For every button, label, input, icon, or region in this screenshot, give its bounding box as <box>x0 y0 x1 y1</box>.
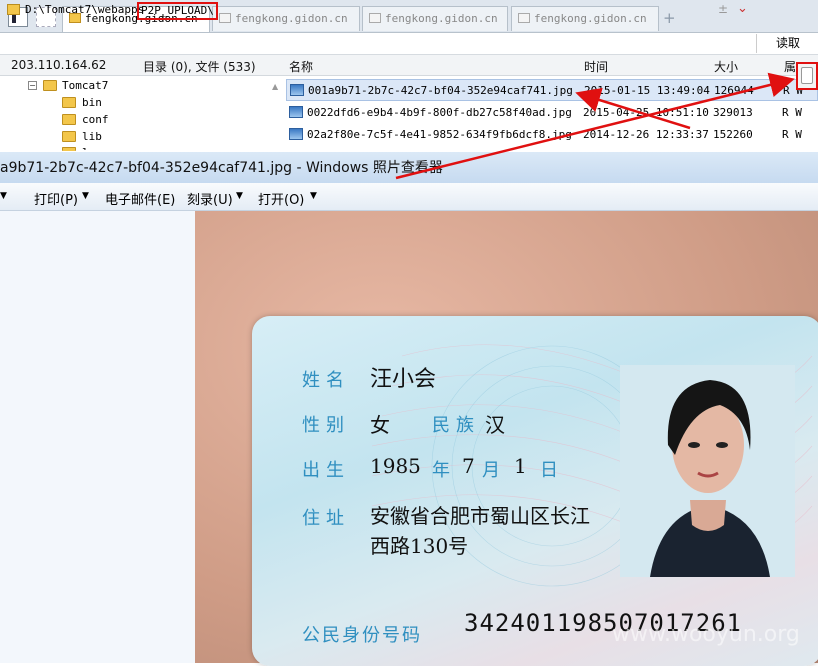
file-manager-window: fengkong.gidon.cn fengkong.gidon.cn feng… <box>0 0 818 151</box>
info-bar <box>0 55 818 76</box>
menu-print[interactable]: 打印(P) <box>34 189 78 208</box>
month-char: 月 <box>482 460 500 481</box>
tree-item-conf[interactable]: conf <box>82 113 109 126</box>
ethnic-value: 汉 <box>485 413 505 437</box>
panel-icon <box>801 67 813 84</box>
folder-icon <box>62 114 76 125</box>
watermark: www.wooyun.org <box>612 622 800 647</box>
file-name: 001a9b71-2b7c-42c7-bf04-352e94caf741.jpg <box>308 84 573 97</box>
tab-2[interactable]: fengkong.gidon.cn <box>212 6 360 31</box>
tree-item-lib[interactable]: lib <box>82 130 102 143</box>
year-char: 年 <box>432 460 450 481</box>
id-label: 公民身份号码 <box>302 625 422 646</box>
file-time: 2014-12-26 12:33:37 <box>583 128 709 141</box>
address-path[interactable]: D:\Tomcat7\webapps <box>25 3 144 16</box>
viewer-background <box>0 211 195 663</box>
dropdown-arrow-icon[interactable]: ▼ <box>310 191 317 201</box>
name-label: 姓名 <box>302 370 350 391</box>
image-file-icon <box>289 128 303 140</box>
add-tab-icon[interactable]: + <box>663 9 676 27</box>
file-time: 2015-04-25 10:51:10 <box>583 106 709 119</box>
birth-month: 7 <box>462 454 475 478</box>
page-icon <box>518 13 530 23</box>
name-value: 汪小会 <box>370 367 437 392</box>
menu-email[interactable]: 电子邮件(E) <box>105 189 175 208</box>
tab-label: fengkong.gidon.cn <box>534 12 647 25</box>
column-size[interactable]: 大小 <box>714 58 738 75</box>
file-time: 2015-01-15 13:49:04 <box>584 84 710 97</box>
file-size: 152260 <box>713 128 753 141</box>
scroll-up-icon[interactable]: ▲ <box>272 82 278 91</box>
file-row[interactable]: 001a9b71-2b7c-42c7-bf04-352e94caf741.jpg… <box>286 79 818 101</box>
dropdown-arrow-icon[interactable]: ▼ <box>236 191 243 201</box>
sex-value: 女 <box>370 413 390 437</box>
tab-label: fengkong.gidon.cn <box>235 12 348 25</box>
column-attr[interactable]: 属 <box>784 58 796 75</box>
file-size: 126944 <box>714 84 754 97</box>
file-row[interactable]: 0022dfd6-e9b4-4b9f-800f-db27c58f40ad.jpg… <box>286 102 818 124</box>
image-file-icon <box>290 84 304 96</box>
file-name: 02a2f80e-7c5f-4e41-9852-634f9fb6dcf8.jpg <box>307 128 572 141</box>
birth-label: 出生 <box>302 460 350 481</box>
plus-minus-icon[interactable]: ± <box>718 2 728 16</box>
dropdown-arrow-icon[interactable]: ▼ <box>82 191 89 201</box>
server-ip: 203.110.164.62 <box>11 58 107 72</box>
file-attr: R W <box>782 106 802 119</box>
address-bar[interactable] <box>0 33 818 55</box>
tab-label: fengkong.gidon.cn <box>385 12 498 25</box>
image-file-icon <box>289 106 303 118</box>
folder-icon <box>62 131 76 142</box>
folder-icon <box>62 147 76 151</box>
column-time[interactable]: 时间 <box>584 58 608 75</box>
portrait-photo <box>620 365 795 577</box>
sex-label: 性别 <box>302 415 350 436</box>
ethnic-label: 民族 <box>432 415 480 436</box>
address-line1: 安徽省合肥市蜀山区长江 <box>370 504 590 528</box>
birth-day: 1 <box>514 454 527 478</box>
menu-burn[interactable]: 刻录(U) <box>187 189 233 208</box>
folder-icon <box>43 80 57 91</box>
folder-icon <box>7 4 20 15</box>
portrait-illustration <box>620 365 795 577</box>
tab-3[interactable]: fengkong.gidon.cn <box>362 6 508 31</box>
day-char: 日 <box>540 460 558 481</box>
dropdown-arrow-icon[interactable]: ▼ <box>0 191 7 201</box>
file-size: 329013 <box>713 106 753 119</box>
column-name[interactable]: 名称 <box>289 58 313 75</box>
tree-item-bin[interactable]: bin <box>82 96 102 109</box>
chevron-down-icon[interactable]: ⌄ <box>737 1 748 16</box>
file-row[interactable]: 02a2f80e-7c5f-4e41-9852-634f9fb6dcf8.jpg… <box>286 124 818 146</box>
dir-summary: 目录 (0), 文件 (533) <box>143 60 256 74</box>
birth-year: 1985 <box>370 454 421 478</box>
address-label: 住址 <box>302 508 350 529</box>
file-attr: R W <box>782 128 802 141</box>
address-line2: 西路130号 <box>370 534 469 558</box>
tree-item-partial[interactable]: l <box>82 146 89 150</box>
folder-icon <box>62 97 76 108</box>
file-name: 0022dfd6-e9b4-4b9f-800f-db27c58f40ad.jpg <box>307 106 572 119</box>
address-highlight: P2P_UPLOAD\ <box>137 2 218 20</box>
read-button[interactable]: 读取 <box>756 34 818 53</box>
tab-4[interactable]: fengkong.gidon.cn <box>511 6 659 31</box>
page-icon <box>219 13 231 23</box>
viewer-title: a9b71-2b7c-42c7-bf04-352e94caf741.jpg - … <box>0 160 443 176</box>
collapse-icon[interactable]: − <box>28 81 37 90</box>
page-icon <box>369 13 381 23</box>
menu-open[interactable]: 打开(O) <box>258 189 304 208</box>
tree-item-tomcat7[interactable]: Tomcat7 <box>62 79 108 92</box>
